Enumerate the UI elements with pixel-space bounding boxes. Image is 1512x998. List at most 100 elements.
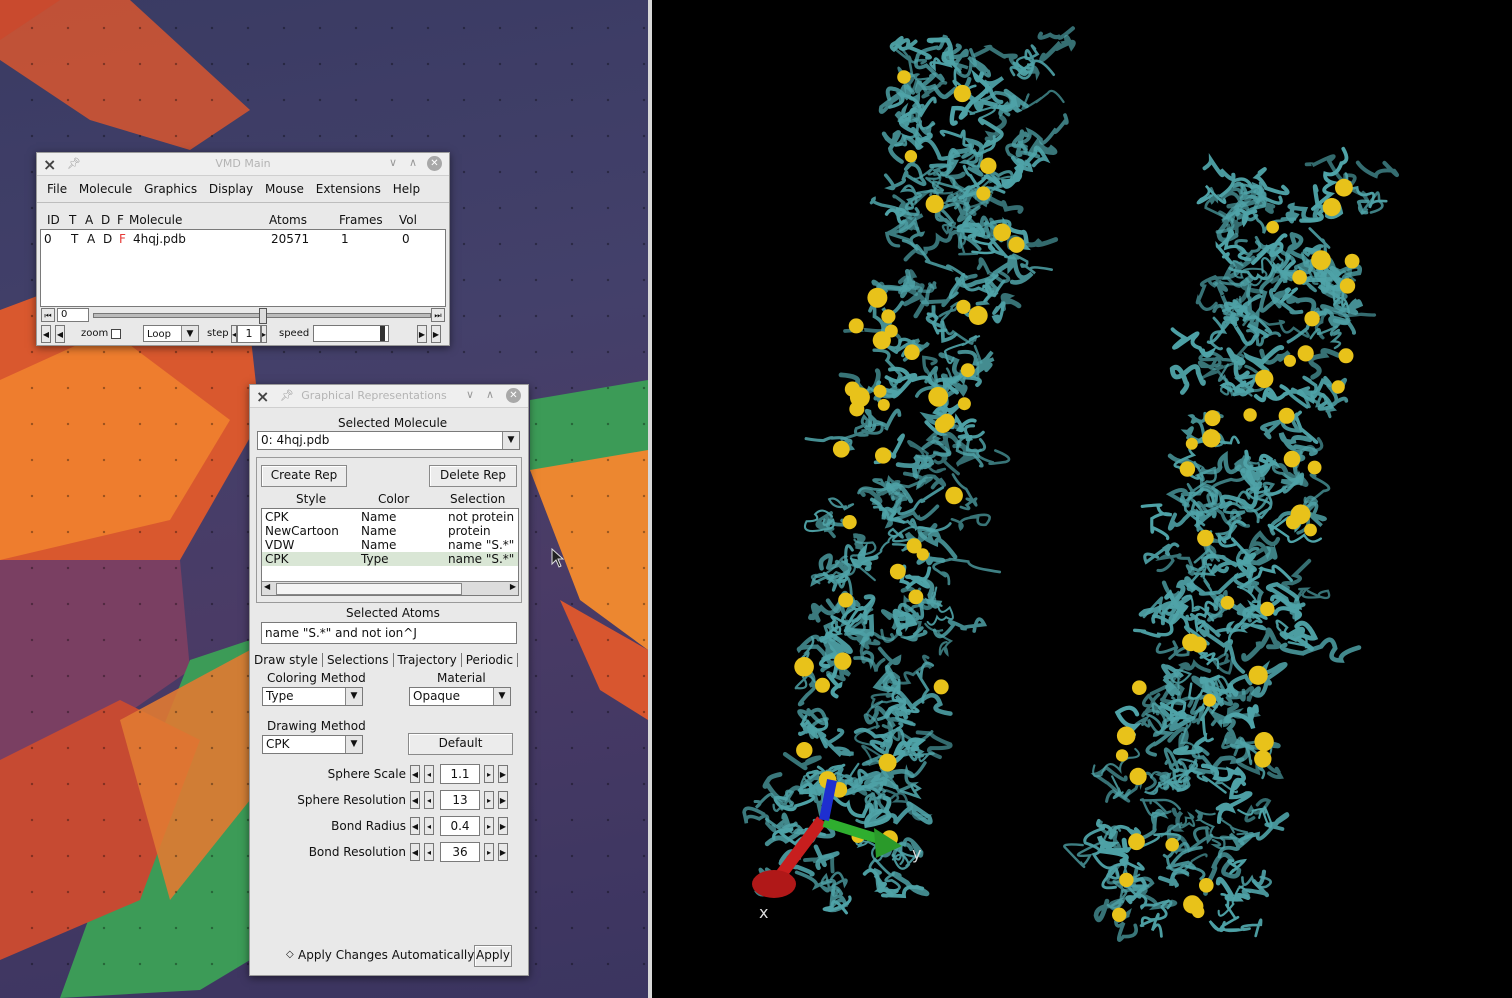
decrement-fast-icon[interactable]: ◀ bbox=[410, 765, 420, 783]
ribbon-segment bbox=[1294, 587, 1331, 602]
goto-start-icon[interactable]: ⏮ bbox=[41, 308, 55, 322]
rep-row[interactable]: CPK Name not protein bbox=[262, 510, 518, 524]
scroll-right-icon[interactable]: ▶ bbox=[510, 582, 516, 591]
row-t[interactable]: T bbox=[71, 232, 78, 246]
coloring-method-select[interactable]: Type ▼ bbox=[262, 687, 363, 706]
sulfur-atom-sphere bbox=[1190, 636, 1207, 653]
sulfur-atom-sphere bbox=[878, 753, 897, 772]
sphere-scale-input[interactable]: 1.1 bbox=[440, 764, 480, 784]
apply-auto-radio-icon[interactable]: ◇ bbox=[286, 949, 294, 960]
material-select[interactable]: Opaque ▼ bbox=[409, 687, 511, 706]
menu-display[interactable]: Display bbox=[205, 176, 257, 196]
molecule-viewer[interactable]: x y bbox=[652, 0, 1512, 998]
menu-file[interactable]: File bbox=[43, 176, 71, 196]
play-forward-icon[interactable]: ▶ bbox=[417, 325, 427, 343]
tab-trajectory[interactable]: Trajectory bbox=[394, 653, 462, 667]
drawing-method-select[interactable]: CPK ▼ bbox=[262, 735, 363, 754]
menu-extensions[interactable]: Extensions bbox=[312, 176, 385, 196]
increment-icon[interactable]: ▸ bbox=[484, 791, 494, 809]
default-button[interactable]: Default bbox=[408, 733, 513, 755]
ribbon-segment bbox=[1021, 89, 1065, 110]
row-molecule[interactable]: 4hqj.pdb bbox=[133, 232, 186, 246]
close-icon[interactable]: ✕ bbox=[506, 388, 521, 403]
chevron-down-icon: ▼ bbox=[502, 432, 519, 449]
menu-help[interactable]: Help bbox=[389, 176, 424, 196]
menu-molecule[interactable]: Molecule bbox=[75, 176, 136, 196]
menu-graphics[interactable]: Graphics bbox=[140, 176, 201, 196]
tab-selections[interactable]: Selections bbox=[323, 653, 394, 667]
zoom-label: zoom bbox=[81, 328, 109, 339]
bond-radius-input[interactable]: 0.4 bbox=[440, 816, 480, 836]
decrement-fast-icon[interactable]: ◀ bbox=[410, 843, 420, 861]
goto-end-icon[interactable]: ⏭ bbox=[431, 308, 445, 322]
axis-x-label: x bbox=[759, 903, 769, 922]
sulfur-atom-sphere bbox=[815, 677, 830, 693]
tab-periodic[interactable]: Periodic bbox=[462, 653, 519, 667]
frame-input[interactable]: 0 bbox=[57, 308, 89, 322]
sulfur-atom-sphere bbox=[1129, 767, 1147, 786]
ribbon-segment bbox=[991, 301, 1006, 324]
ribbon-segment bbox=[1308, 347, 1341, 380]
table-row[interactable]: 0 T A D F 4hqj.pdb 20571 1 0 bbox=[41, 232, 445, 248]
scroll-thumb[interactable] bbox=[276, 583, 462, 595]
sphere-resolution-input[interactable]: 13 bbox=[440, 790, 480, 810]
apply-button[interactable]: Apply bbox=[474, 945, 512, 967]
decrement-fast-icon[interactable]: ◀ bbox=[410, 817, 420, 835]
speed-slider-handle[interactable] bbox=[380, 326, 385, 341]
create-rep-button[interactable]: Create Rep bbox=[261, 465, 347, 487]
decrement-fast-icon[interactable]: ◀ bbox=[410, 791, 420, 809]
row-id: 0 bbox=[44, 232, 52, 246]
delete-rep-button[interactable]: Delete Rep bbox=[429, 465, 517, 487]
row-d[interactable]: D bbox=[103, 232, 112, 246]
frame-slider-handle[interactable] bbox=[259, 308, 267, 324]
rep-row-selected[interactable]: CPK Type name "S.*" a bbox=[262, 552, 518, 566]
decrement-icon[interactable]: ◂ bbox=[424, 791, 434, 809]
scroll-left-icon[interactable]: ◀ bbox=[264, 582, 270, 591]
increment-fast-icon[interactable]: ▶ bbox=[498, 843, 508, 861]
sulfur-atom-sphere bbox=[842, 515, 857, 530]
maximize-icon[interactable]: ∧ bbox=[486, 388, 494, 401]
ribbon-segment bbox=[1226, 621, 1267, 643]
chevron-down-icon: ▼ bbox=[345, 736, 362, 753]
selected-atoms-input[interactable]: name "S.*" and not ion^J bbox=[261, 622, 517, 644]
molecule-list[interactable]: 0 T A D F 4hqj.pdb 20571 1 0 bbox=[40, 229, 446, 307]
reps-list[interactable]: CPK Name not protein NewCartoon Name pro… bbox=[261, 508, 519, 596]
graph-reps-titlebar[interactable]: ⨯ 📌︎ Graphical Representations ∨ ∧ ✕ bbox=[250, 385, 528, 408]
menu-mouse[interactable]: Mouse bbox=[261, 176, 308, 196]
bond-resolution-input[interactable]: 36 bbox=[440, 842, 480, 862]
vmd-main-titlebar[interactable]: ⨯ 📌︎ VMD Main ∨ ∧ ✕ bbox=[37, 153, 449, 176]
increment-fast-icon[interactable]: ▶ bbox=[498, 817, 508, 835]
frame-slider[interactable] bbox=[93, 308, 431, 324]
increment-fast-icon[interactable]: ▶ bbox=[498, 765, 508, 783]
zoom-checkbox[interactable] bbox=[111, 329, 121, 339]
tab-draw-style[interactable]: Draw style bbox=[254, 653, 323, 667]
rep-row[interactable]: NewCartoon Name protein bbox=[262, 524, 518, 538]
increment-icon[interactable]: ▸ bbox=[484, 765, 494, 783]
decrement-icon[interactable]: ◂ bbox=[424, 817, 434, 835]
step-back-icon[interactable]: ◀ bbox=[41, 325, 51, 343]
decrement-icon[interactable]: ◂ bbox=[424, 765, 434, 783]
speed-slider[interactable] bbox=[313, 325, 389, 342]
maximize-icon[interactable]: ∧ bbox=[409, 156, 417, 169]
reps-hscrollbar[interactable]: ◀ ▶ bbox=[262, 581, 518, 595]
decrement-icon[interactable]: ◂ bbox=[424, 843, 434, 861]
row-f[interactable]: F bbox=[119, 232, 126, 246]
minimize-icon[interactable]: ∨ bbox=[389, 156, 397, 169]
step-increment-icon[interactable]: ▸ bbox=[261, 325, 267, 343]
increment-icon[interactable]: ▸ bbox=[484, 817, 494, 835]
selected-molecule-select[interactable]: 0: 4hqj.pdb ▼ bbox=[257, 431, 520, 450]
close-icon[interactable]: ✕ bbox=[427, 156, 442, 171]
rep-row[interactable]: VDW Name name "S.*" a bbox=[262, 538, 518, 552]
increment-icon[interactable]: ▸ bbox=[484, 843, 494, 861]
minimize-icon[interactable]: ∨ bbox=[466, 388, 474, 401]
step-forward-icon[interactable]: ▶ bbox=[431, 325, 441, 343]
apply-auto-label[interactable]: Apply Changes Automatically bbox=[298, 948, 474, 962]
ribbon-segment bbox=[924, 622, 954, 657]
row-a[interactable]: A bbox=[87, 232, 95, 246]
graphical-representations-window: ⨯ 📌︎ Graphical Representations ∨ ∧ ✕ Sel… bbox=[249, 384, 529, 976]
rep-style: VDW bbox=[265, 538, 295, 552]
loop-select[interactable]: Loop ▼ bbox=[143, 325, 199, 342]
increment-fast-icon[interactable]: ▶ bbox=[498, 791, 508, 809]
step-input[interactable]: 1 bbox=[237, 325, 261, 343]
play-reverse-icon[interactable]: ◀ bbox=[55, 325, 65, 343]
